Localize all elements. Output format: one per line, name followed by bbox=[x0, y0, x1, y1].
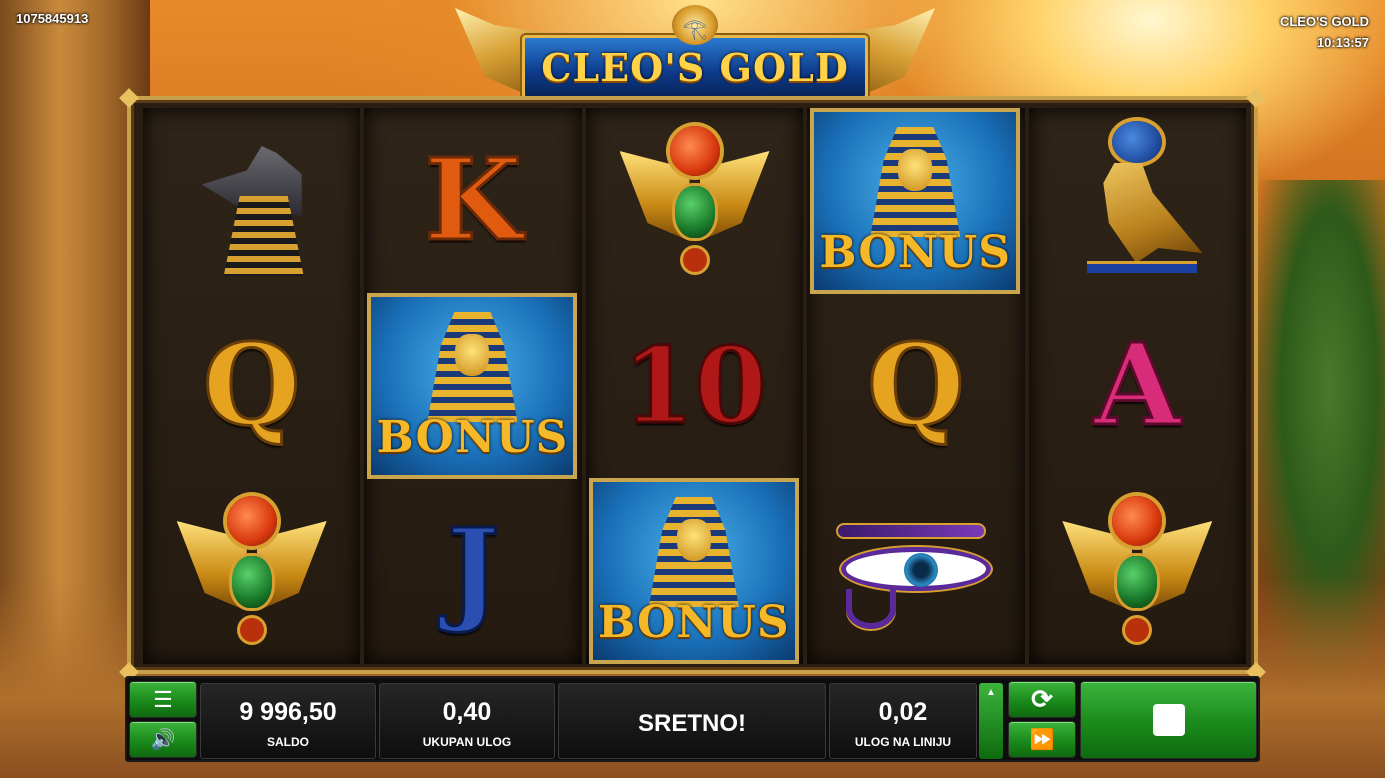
reels-area: Q K BONUS J 10 BONUS BONUS Q A bbox=[143, 108, 1247, 664]
symbol-anubis bbox=[143, 108, 360, 294]
eye-of-horus-icon bbox=[835, 511, 996, 631]
reel-3: 10 BONUS bbox=[585, 108, 804, 664]
total-bet-panel: 0,40 UKUPAN ULOG bbox=[379, 683, 555, 759]
pharaoh-mask-icon bbox=[427, 312, 518, 422]
symbol-k: K bbox=[423, 135, 523, 266]
balance-panel: 9 996,50 SALDO bbox=[200, 683, 376, 759]
line-bet-label: ULOG NA LINIJU bbox=[854, 735, 952, 749]
autoplay-button[interactable]: ⟳ bbox=[1008, 681, 1076, 718]
total-bet-value: 0,40 bbox=[442, 698, 492, 726]
logo-text: CLEO'S GOLD bbox=[541, 44, 849, 90]
symbol-eye-of-horus bbox=[807, 478, 1024, 664]
turbo-button[interactable]: ⏩ bbox=[1008, 721, 1076, 758]
symbol-ten: 10 bbox=[621, 324, 769, 447]
balance-value: 9 996,50 bbox=[239, 698, 337, 726]
chevron-up-icon: ▲ bbox=[986, 687, 996, 698]
top-right-info: CLEO'S GOLD 10:13:57 bbox=[1280, 11, 1369, 53]
reel-frame: Q K BONUS J 10 BONUS BONUS Q A bbox=[119, 88, 1266, 682]
reel-4: BONUS Q bbox=[807, 108, 1025, 664]
symbol-scarab bbox=[1029, 478, 1246, 664]
control-bar: ☰ 🔊 9 996,50 SALDO 0,40 UKUPAN ULOG SRET… bbox=[125, 676, 1260, 762]
pharaoh-mask-icon bbox=[648, 497, 739, 607]
message-panel: SRETNO! bbox=[558, 683, 826, 759]
reel-2: K BONUS J bbox=[364, 108, 582, 664]
symbol-q: Q bbox=[866, 320, 967, 451]
stop-square-icon bbox=[1152, 704, 1185, 736]
eye-of-horus-icon: 𓂀 bbox=[672, 5, 718, 45]
symbol-bonus: BONUS bbox=[810, 108, 1021, 294]
balance-label: SALDO bbox=[267, 735, 309, 749]
scarab-icon bbox=[1062, 496, 1213, 646]
menu-icon: ☰ bbox=[153, 686, 173, 712]
total-bet-label: UKUPAN ULOG bbox=[422, 735, 512, 749]
spin-stop-button[interactable] bbox=[1080, 681, 1257, 759]
speaker-icon: 🔊 bbox=[150, 729, 176, 751]
symbol-bonus: BONUS bbox=[367, 293, 578, 479]
scarab-icon bbox=[619, 126, 770, 276]
reel-1: Q bbox=[143, 108, 361, 664]
line-bet-value: 0,02 bbox=[878, 698, 928, 726]
status-message: SRETNO! bbox=[638, 710, 746, 737]
pharaoh-mask-icon bbox=[870, 127, 961, 237]
anubis-icon bbox=[192, 126, 312, 276]
symbol-horus bbox=[1029, 108, 1246, 294]
autoplay-icon: ⟳ bbox=[1031, 684, 1053, 714]
menu-button[interactable]: ☰ bbox=[129, 681, 197, 718]
bet-up-button[interactable]: ▲ bbox=[979, 683, 1003, 759]
sound-button[interactable]: 🔊 bbox=[129, 721, 197, 758]
symbol-scarab bbox=[143, 478, 360, 664]
game-name: CLEO'S GOLD bbox=[1279, 14, 1369, 29]
session-id: 1075845913 bbox=[16, 11, 89, 26]
symbol-q: Q bbox=[201, 320, 302, 451]
horus-falcon-icon bbox=[1072, 121, 1203, 281]
clock: 10:13:57 bbox=[1316, 35, 1369, 50]
game-logo: CLEO'S GOLD 𓂀 bbox=[455, 2, 935, 102]
symbol-a: A bbox=[1092, 320, 1182, 451]
scarab-icon bbox=[176, 496, 327, 646]
symbol-bonus: BONUS bbox=[588, 478, 799, 664]
symbol-scarab bbox=[586, 108, 803, 294]
fast-forward-icon: ⏩ bbox=[1029, 729, 1055, 751]
symbol-j: J bbox=[445, 505, 501, 636]
reel-5: A bbox=[1028, 108, 1247, 664]
line-bet-panel[interactable]: 0,02 ULOG NA LINIJU bbox=[829, 683, 977, 759]
